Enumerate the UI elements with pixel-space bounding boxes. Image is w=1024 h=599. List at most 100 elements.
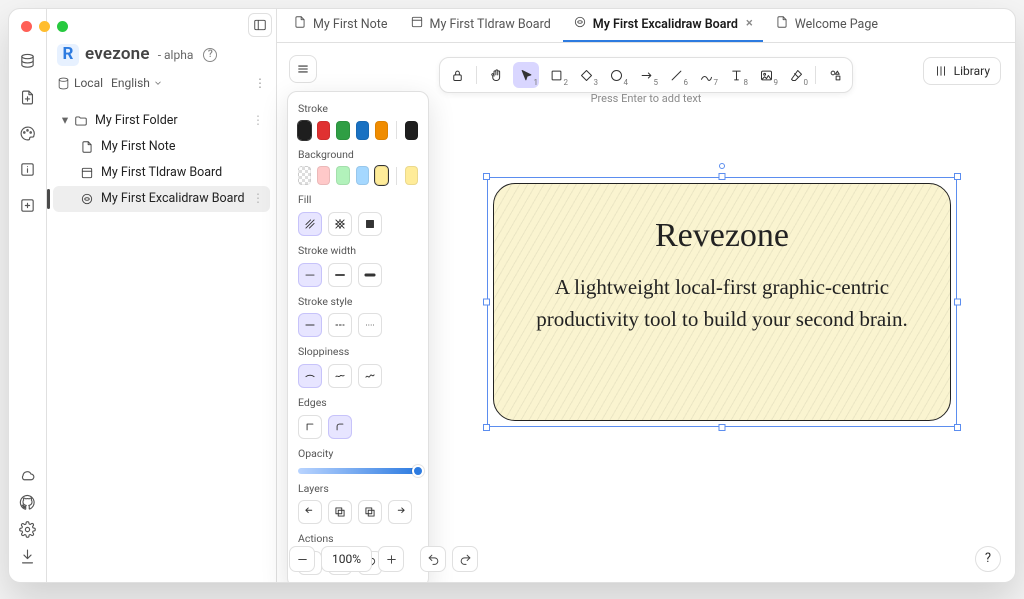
tab-excalidraw[interactable]: My First Excalidraw Board × <box>563 9 763 42</box>
help-button[interactable]: ? <box>975 546 1001 572</box>
stroke-color-swatch[interactable] <box>336 121 349 140</box>
info-icon[interactable] <box>17 158 39 180</box>
resize-handle-bm[interactable] <box>719 424 726 431</box>
selection-frame[interactable]: Revezone A lightweight local-first graph… <box>487 177 957 427</box>
style-dotted[interactable] <box>358 313 382 337</box>
stroke-thin[interactable] <box>298 263 322 287</box>
tool-draw[interactable]: 7 <box>693 62 719 88</box>
tool-selection[interactable]: 1 <box>513 62 539 88</box>
canvas-menu-button[interactable] <box>289 55 317 83</box>
tab-tldraw[interactable]: My First Tldraw Board <box>400 9 561 42</box>
resize-handle-br[interactable] <box>954 424 961 431</box>
resize-handle-lm[interactable] <box>483 299 490 306</box>
tool-eraser[interactable]: 0 <box>783 62 809 88</box>
resize-handle-tm[interactable] <box>719 173 726 180</box>
stroke-color-swatch[interactable] <box>317 121 330 140</box>
slop-artist[interactable] <box>328 364 352 388</box>
resize-handle-rm[interactable] <box>954 299 961 306</box>
canvas[interactable]: 1 2 3 4 5 6 7 8 9 0 Press Enter to add t… <box>277 43 1015 582</box>
download-icon[interactable] <box>17 545 39 567</box>
stroke-color-swatch[interactable] <box>298 121 311 140</box>
zoom-display[interactable]: 100% <box>321 546 372 572</box>
bg-color-swatch[interactable] <box>336 166 349 185</box>
tab-welcome[interactable]: Welcome Page <box>765 9 888 42</box>
layer-to-front[interactable] <box>388 500 412 524</box>
close-icon[interactable]: × <box>746 15 753 33</box>
tool-rectangle[interactable]: 2 <box>543 62 569 88</box>
palette-icon[interactable] <box>17 122 39 144</box>
database-icon[interactable] <box>17 50 39 72</box>
layer-forward[interactable] <box>358 500 382 524</box>
undo-button[interactable] <box>420 546 446 572</box>
slop-architect[interactable] <box>298 364 322 388</box>
storage-location[interactable]: Local <box>57 75 103 92</box>
rotate-handle[interactable] <box>719 163 725 169</box>
tool-shapes[interactable] <box>822 62 848 88</box>
stroke-med[interactable] <box>328 263 352 287</box>
github-icon[interactable] <box>17 491 39 513</box>
add-file-icon[interactable] <box>17 86 39 108</box>
stroke-color-swatch[interactable] <box>375 121 388 140</box>
resize-handle-tl[interactable] <box>483 173 490 180</box>
settings-icon[interactable] <box>17 518 39 540</box>
cloud-icon[interactable] <box>17 464 39 486</box>
card-title[interactable]: Revezone <box>494 212 950 260</box>
macos-minimize[interactable] <box>39 21 50 32</box>
zoom-in-button[interactable] <box>378 546 404 572</box>
tree-item-label: My First Excalidraw Board <box>101 190 252 208</box>
tool-diamond[interactable]: 3 <box>573 62 599 88</box>
fill-cross[interactable] <box>328 212 352 236</box>
layer-backward[interactable] <box>328 500 352 524</box>
tab-note[interactable]: My First Note <box>283 9 398 42</box>
selected-rectangle[interactable]: Revezone A lightweight local-first graph… <box>493 183 951 421</box>
tree-item-label: My First Note <box>101 138 264 156</box>
layer-to-back[interactable] <box>298 500 322 524</box>
redo-button[interactable] <box>452 546 478 572</box>
fill-hachure[interactable] <box>298 212 322 236</box>
tool-text[interactable]: 8 <box>723 62 749 88</box>
library-button[interactable]: Library <box>923 57 1001 85</box>
style-dashed[interactable] <box>328 313 352 337</box>
fill-solid[interactable] <box>358 212 382 236</box>
resize-handle-tr[interactable] <box>954 173 961 180</box>
bg-color-swatch[interactable] <box>298 166 311 185</box>
tool-ellipse[interactable]: 4 <box>603 62 629 88</box>
bg-color-swatch[interactable] <box>356 166 369 185</box>
slop-cartoonist[interactable] <box>358 364 382 388</box>
tool-lock[interactable] <box>444 62 470 88</box>
tree-tldraw[interactable]: My First Tldraw Board <box>53 160 270 186</box>
main-toolbar: 1 2 3 4 5 6 7 8 9 0 <box>439 57 853 93</box>
language-select[interactable]: English <box>111 75 163 92</box>
sidebar-collapse-button[interactable] <box>248 13 272 37</box>
prop-section-label: Background <box>298 148 418 163</box>
tool-line[interactable]: 6 <box>663 62 689 88</box>
tree-folder[interactable]: ▾ My First Folder ⋮ <box>53 108 270 134</box>
bg-color-swatch[interactable] <box>317 166 330 185</box>
style-solid[interactable] <box>298 313 322 337</box>
help-icon[interactable]: ? <box>203 48 217 62</box>
item-more-icon[interactable]: ⋮ <box>252 190 264 207</box>
sidebar-more-icon[interactable]: ⋮ <box>254 75 266 92</box>
macos-zoom[interactable] <box>57 21 68 32</box>
edge-round[interactable] <box>328 415 352 439</box>
card-body[interactable]: A lightweight local-first graphic-centri… <box>518 272 926 335</box>
tool-arrow[interactable]: 5 <box>633 62 659 88</box>
stroke-color-swatch[interactable] <box>356 121 369 140</box>
resize-handle-bl[interactable] <box>483 424 490 431</box>
stroke-bold[interactable] <box>358 263 382 287</box>
stroke-current-swatch[interactable] <box>405 121 418 140</box>
bg-current-swatch[interactable] <box>405 166 418 185</box>
add-board-icon[interactable] <box>17 194 39 216</box>
bg-color-swatch[interactable] <box>375 166 388 185</box>
item-more-icon[interactable]: ⋮ <box>252 112 264 129</box>
zoom-out-button[interactable] <box>289 546 315 572</box>
file-icon <box>293 15 307 35</box>
tool-image[interactable]: 9 <box>753 62 779 88</box>
opacity-thumb[interactable] <box>412 465 424 477</box>
opacity-slider[interactable] <box>298 468 418 474</box>
edge-sharp[interactable] <box>298 415 322 439</box>
macos-close[interactable] <box>21 21 32 32</box>
tool-hand[interactable] <box>483 62 509 88</box>
tree-note[interactable]: My First Note <box>53 134 270 160</box>
tree-excalidraw[interactable]: My First Excalidraw Board ⋮ <box>53 186 270 212</box>
